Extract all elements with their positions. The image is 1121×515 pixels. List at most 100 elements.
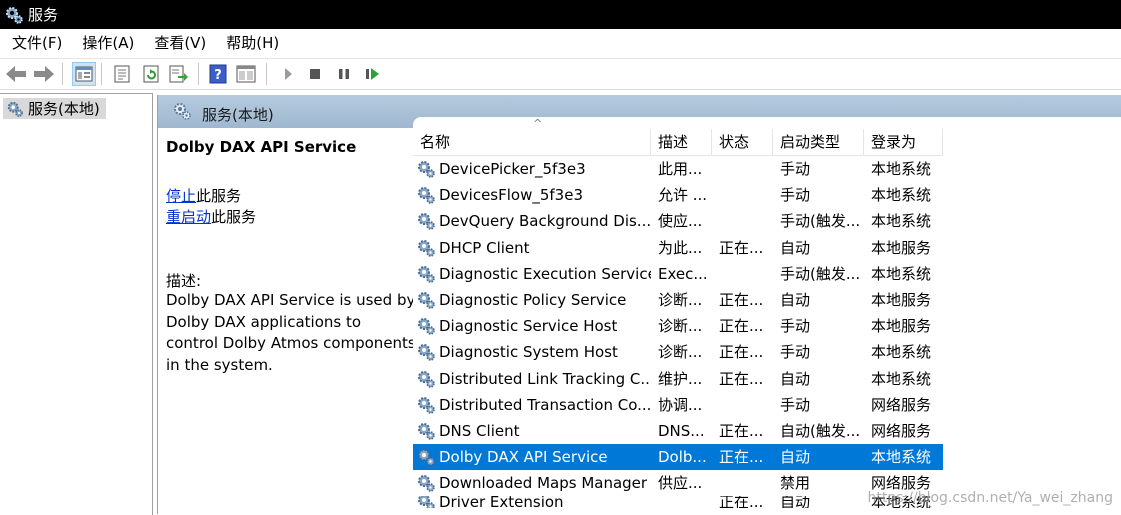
service-logon-cell: 网络服务: [871, 395, 932, 414]
window-title: 服务: [28, 6, 59, 24]
service-logon-cell: 本地系统: [871, 186, 932, 205]
service-logon-cell: 本地系统: [864, 444, 943, 471]
watermark: https://blog.csdn.net/Ya_wei_zhang: [867, 490, 1113, 506]
pause-service-icon[interactable]: [332, 62, 356, 86]
table-row[interactable]: Diagnostic Policy Service 诊断... 正在... 自动 本地服…: [413, 287, 1121, 313]
table-row[interactable]: DHCP Client 为此... 正在... 自动 本地服务: [413, 235, 1121, 261]
service-status-cell: 正在...: [719, 291, 764, 310]
service-name: DevicePicker_5f3e3: [439, 160, 586, 179]
table-row[interactable]: Dolby DAX API Service Dolb... 正在... 自动 本地系统: [413, 444, 1121, 471]
service-gear-icon: [418, 496, 435, 509]
title-bar: 服务: [0, 0, 1121, 29]
service-description-cell: 诊断...: [658, 343, 703, 362]
service-description-cell: 协调...: [658, 395, 703, 414]
column-header-status[interactable]: 状态: [712, 129, 773, 155]
export-list-icon[interactable]: [167, 62, 191, 86]
service-logon-cell: 本地服务: [871, 317, 932, 336]
service-gear-icon: [418, 265, 435, 283]
service-name-cell: Distributed Transaction Co...: [413, 392, 651, 418]
service-startup-type-cell: 手动: [780, 160, 811, 179]
service-description-cell: Dolb...: [651, 444, 712, 471]
properties-icon[interactable]: [110, 62, 134, 86]
service-name: Dolby DAX API Service: [439, 448, 608, 467]
service-name-cell: Diagnostic System Host: [413, 339, 651, 365]
menu-file[interactable]: 文件(F): [12, 32, 62, 53]
service-name-cell: Diagnostic Execution Service: [413, 261, 651, 287]
service-description-cell: [651, 496, 712, 508]
list-header: 名称 描述 状态 启动类型 登录为: [413, 129, 943, 156]
table-row[interactable]: DevQuery Background Dis... 使应... 手动(触发... 本…: [413, 208, 1121, 234]
service-status-cell: [712, 182, 773, 208]
service-status-cell: 正在...: [719, 343, 764, 362]
service-name: Diagnostic Policy Service: [439, 291, 627, 310]
service-gear-icon: [418, 475, 435, 493]
tree-item-local-services[interactable]: 服务(本地): [3, 98, 106, 119]
service-name-cell: Distributed Link Tracking C...: [413, 366, 651, 392]
table-row[interactable]: Diagnostic System Host 诊断... 正在... 手动 本地系统: [413, 339, 1121, 365]
service-description-cell: Exec...: [658, 264, 708, 283]
action-pane-icon[interactable]: [234, 62, 258, 86]
help-icon[interactable]: ?: [206, 62, 230, 86]
service-gear-icon: [418, 422, 435, 440]
menu-action[interactable]: 操作(A): [82, 32, 134, 53]
service-startup-type-cell: 手动: [780, 186, 811, 205]
stop-service-icon[interactable]: [303, 62, 327, 86]
service-gear-icon: [418, 449, 435, 466]
table-row[interactable]: DevicePicker_5f3e3 此用... 手动 本地系统: [413, 156, 1121, 182]
restart-service-icon[interactable]: [361, 62, 385, 86]
column-header-startup-type[interactable]: 启动类型: [773, 129, 864, 155]
menu-view[interactable]: 查看(V): [154, 32, 206, 53]
service-name: Diagnostic Service Host: [439, 317, 618, 336]
service-description-cell: 诊断...: [658, 317, 703, 336]
restart-service-suffix: 此服务: [211, 208, 257, 226]
service-status-cell: [712, 208, 773, 234]
service-description-cell: 为此...: [658, 238, 703, 257]
service-detail-pane: Dolby DAX API Service 停止此服务 重启动此服务 描述: D…: [158, 128, 416, 514]
back-arrow-icon[interactable]: [4, 62, 28, 86]
start-service-icon[interactable]: [276, 62, 300, 86]
column-header-name[interactable]: 名称: [413, 129, 651, 155]
description-label: 描述:: [166, 272, 202, 290]
column-header-logon-as[interactable]: 登录为: [864, 129, 943, 155]
service-status-cell: 正在...: [719, 369, 764, 388]
refresh-icon[interactable]: [139, 62, 163, 86]
column-header-description[interactable]: 描述: [651, 129, 712, 155]
service-gear-icon: [418, 187, 435, 205]
table-row[interactable]: Distributed Link Tracking C... 维护... 正在...…: [413, 366, 1121, 392]
table-row[interactable]: Diagnostic Service Host 诊断... 正在... 手动 本地服务: [413, 313, 1121, 339]
table-row[interactable]: Distributed Transaction Co... 协调... 手动 网络服务: [413, 392, 1121, 418]
forward-arrow-icon[interactable]: [32, 62, 56, 86]
service-name: DevQuery Background Dis...: [439, 212, 651, 231]
service-name-cell: DevicesFlow_5f3e3: [413, 182, 651, 208]
table-row[interactable]: DevicesFlow_5f3e3 允许 ... 手动 本地系统: [413, 182, 1121, 208]
restart-service-action: 重启动此服务: [166, 206, 256, 227]
service-startup-type-cell: 自动: [780, 369, 811, 388]
service-name: Driver Extension: [439, 496, 564, 509]
service-name: Downloaded Maps Manager: [439, 474, 648, 493]
service-logon-cell: 网络服务: [871, 421, 932, 440]
service-name: Diagnostic System Host: [439, 343, 618, 362]
service-gear-icon: [418, 396, 435, 414]
tree-item-label: 服务(本地): [28, 100, 100, 118]
stop-service-action: 停止此服务: [166, 185, 241, 206]
service-gear-icon: [418, 213, 435, 231]
service-gear-icon: [418, 239, 435, 257]
toolbar: ?: [0, 58, 1121, 90]
menu-help[interactable]: 帮助(H): [226, 32, 279, 53]
selected-service-name: Dolby DAX API Service: [166, 138, 357, 156]
table-row[interactable]: Diagnostic Execution Service Exec... 手动(触发…: [413, 261, 1121, 287]
toolbar-separator: [266, 63, 267, 85]
service-status-cell: 正在...: [719, 421, 764, 440]
service-name-cell: DHCP Client: [413, 235, 651, 261]
services-gear-icon: [6, 6, 23, 24]
service-description-cell: 诊断...: [658, 291, 703, 310]
service-name-cell: Diagnostic Service Host: [413, 313, 651, 339]
service-rows: DevicePicker_5f3e3 此用... 手动 本地系统 DevicesFlow…: [413, 156, 1121, 509]
service-name: DHCP Client: [439, 238, 530, 257]
services-gear-icon: [174, 103, 191, 120]
service-startup-type-cell: 手动(触发...: [780, 212, 861, 231]
table-row[interactable]: DNS Client DNS... 正在... 自动(触发... 网络服务: [413, 418, 1121, 444]
restart-service-link[interactable]: 重启动: [166, 208, 211, 226]
console-tree-icon[interactable]: [72, 62, 96, 86]
stop-service-link[interactable]: 停止: [166, 187, 196, 205]
